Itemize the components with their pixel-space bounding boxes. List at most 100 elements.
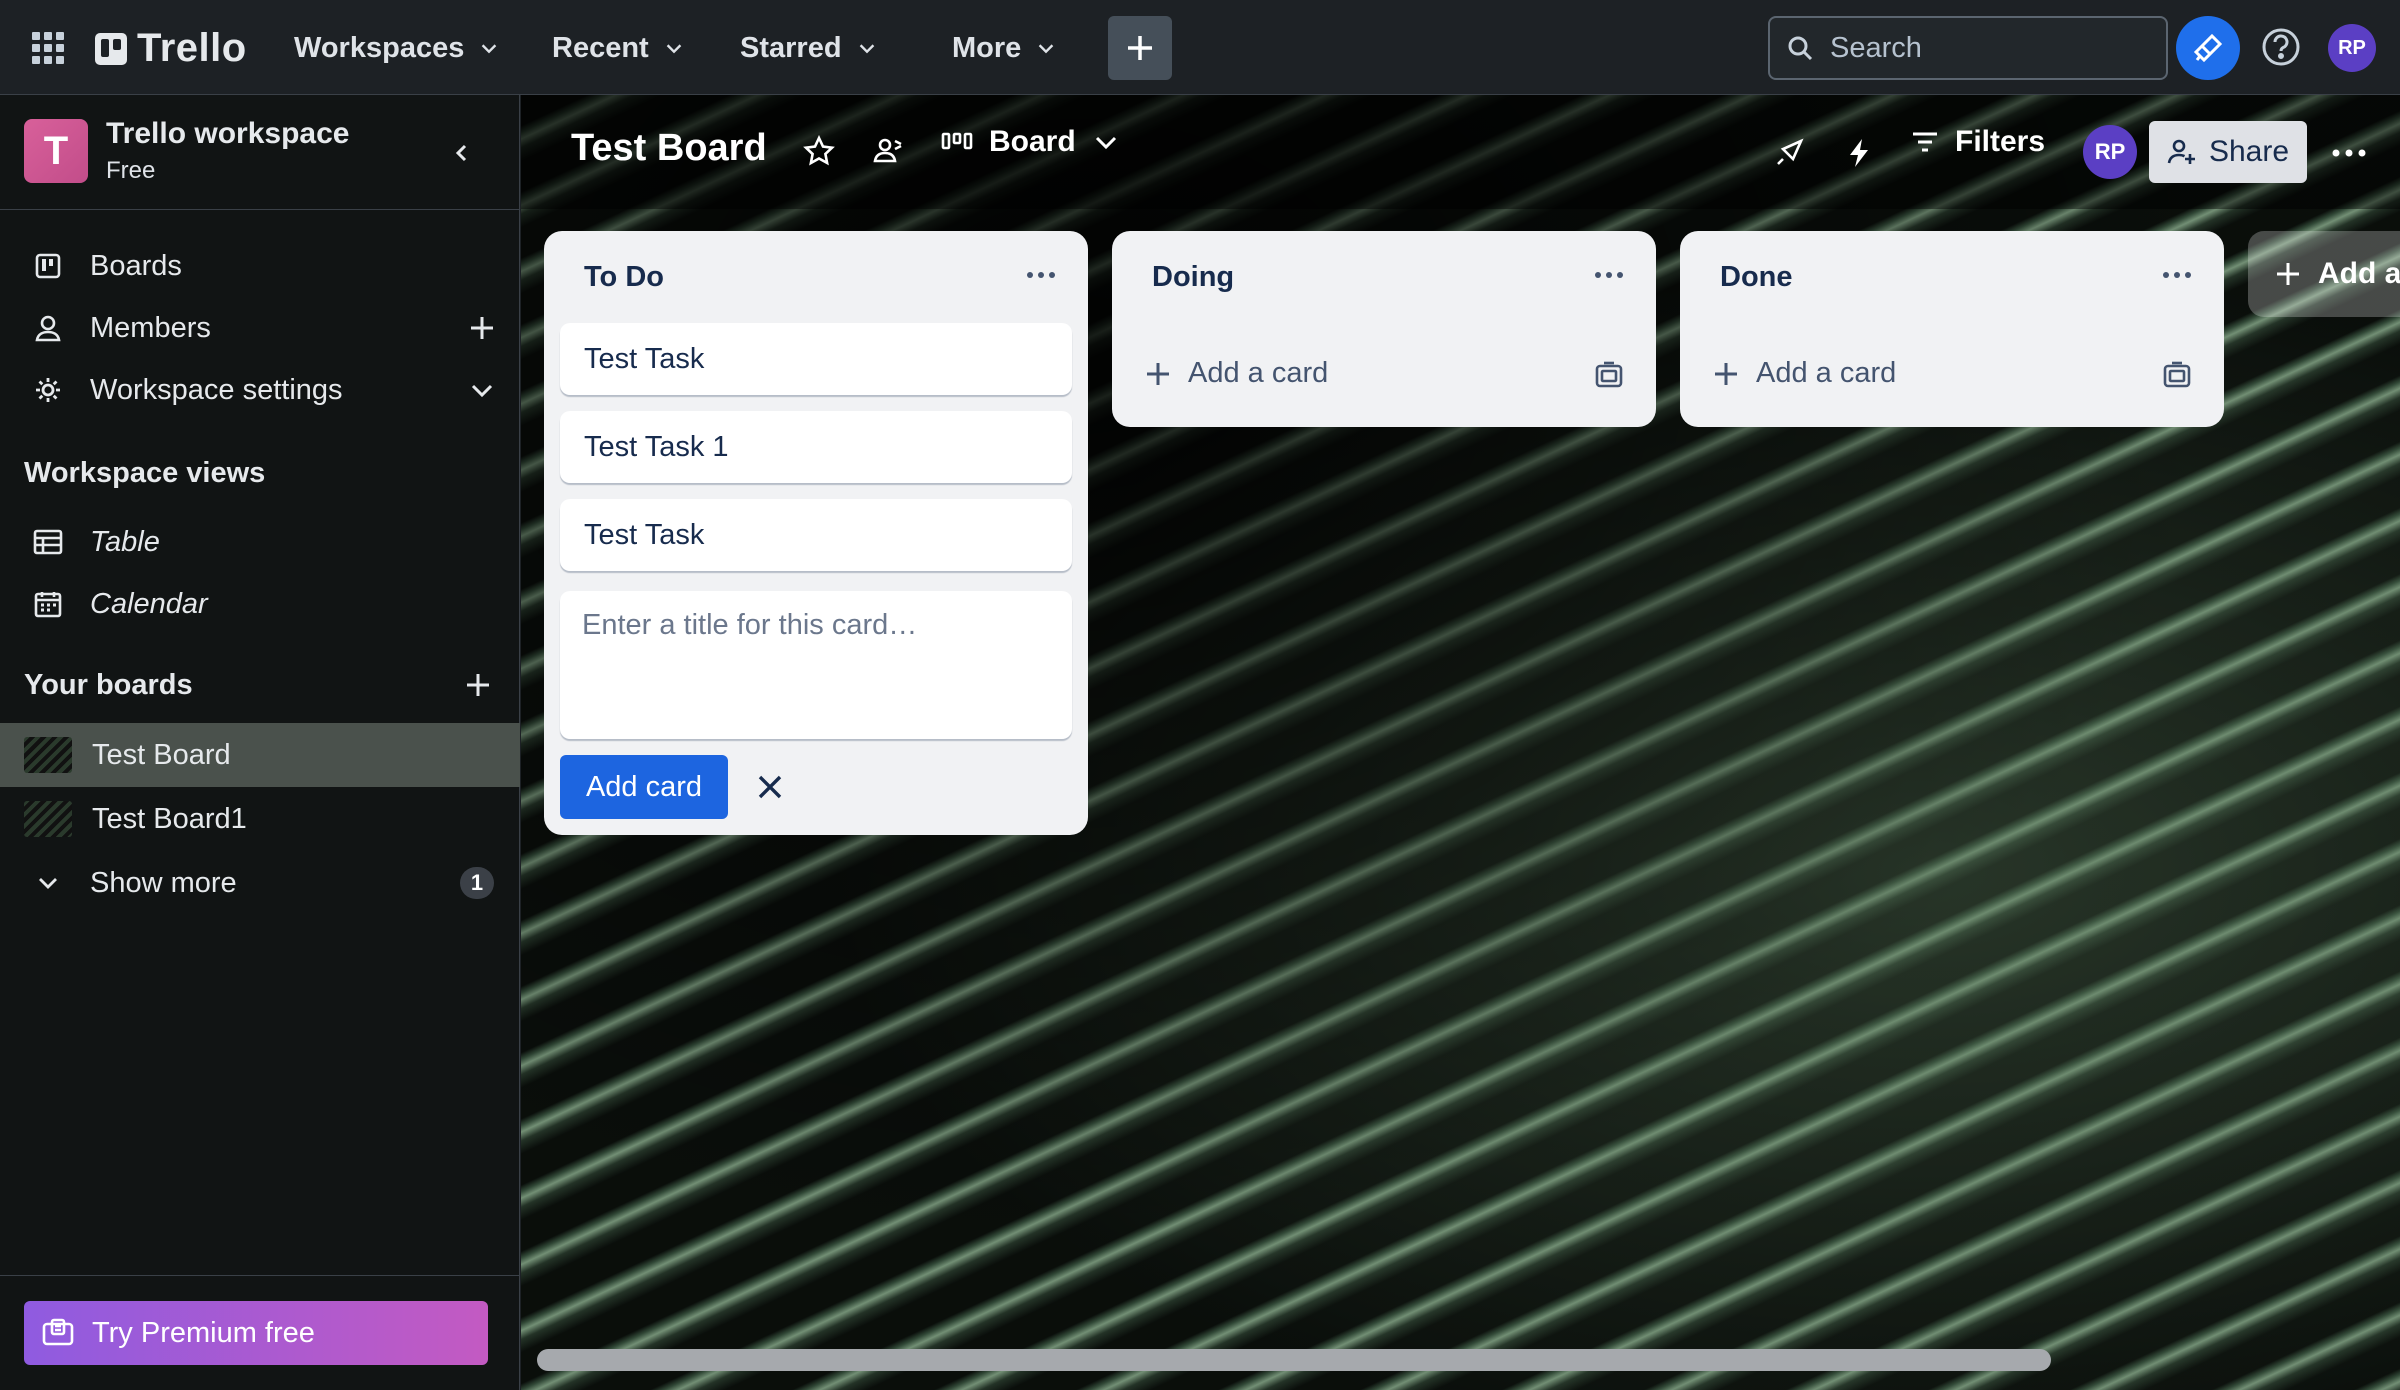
premium-label: Try Premium free [92,1316,315,1349]
card-template-icon[interactable] [1594,361,1624,391]
chevron-down-icon[interactable] [466,374,498,406]
starred-menu-label: Starred [740,31,842,64]
show-more-label: Show more [90,866,237,899]
plus-icon [1147,362,1169,385]
more-icon [2332,149,2366,157]
share-button[interactable]: Share [2149,121,2307,183]
premium-icon [42,1318,74,1346]
list-menu-icon[interactable] [2160,265,2194,285]
star-icon[interactable] [799,131,839,171]
add-list-button[interactable]: Add another list [2248,231,2400,317]
top-nav: Trello Workspaces Recent Starred More RP [0,0,2400,95]
sidebar-item-calendar[interactable]: Calendar [0,573,520,635]
your-boards-heading: Your boards [24,669,193,701]
add-person-icon [2167,139,2195,164]
add-a-card-label: Add a card [1188,357,1329,389]
table-icon [32,526,64,558]
sidebar: T Trello workspace Free Boards Members W… [0,95,520,1390]
chevron-left-icon [455,144,467,162]
workspaces-menu[interactable]: Workspaces [284,22,510,74]
divider [0,209,520,210]
boards-icon [32,250,64,282]
visibility-icon[interactable] [869,131,909,171]
count-badge: 1 [460,867,494,899]
card-title-input[interactable] [582,609,1050,721]
board-view-icon [941,132,973,150]
list-menu-icon[interactable] [1592,265,1626,285]
card[interactable]: Test Task [560,499,1072,571]
create-button[interactable] [1108,16,1172,80]
filters-button[interactable]: Filters [1911,125,2045,159]
workspaces-menu-label: Workspaces [294,31,465,64]
app-switcher-icon[interactable] [30,30,66,66]
collapse-sidebar-button[interactable] [440,131,484,175]
horizontal-scrollbar[interactable] [537,1349,2051,1371]
board-menu-button[interactable] [2329,133,2369,173]
add-a-card-button[interactable]: Add a card [1144,357,1328,390]
sidebar-item-label: Members [90,311,211,344]
workspace-plan: Free [106,157,156,184]
divider [0,1275,520,1276]
add-card-button[interactable]: Add card [560,755,728,819]
power-ups-icon[interactable] [1769,133,1809,173]
board-thumbnail [24,801,72,837]
card-template-icon[interactable] [2162,361,2192,391]
add-board-icon[interactable] [462,669,494,701]
workspace-header[interactable]: T Trello workspace Free [24,117,349,185]
trello-logo-icon [95,32,127,65]
board-canvas: Test Board Board Filters RP Share To Do … [521,95,2400,1390]
workspace-avatar: T [24,119,88,183]
plus-icon [2277,263,2299,285]
sidebar-item-label: Calendar [90,587,208,620]
sidebar-item-members[interactable]: Members [0,297,520,359]
logo-text: Trello [137,26,247,70]
try-premium-button[interactable]: Try Premium free [24,1301,488,1365]
chevron-down-icon [1095,136,1116,150]
sidebar-item-workspace-settings[interactable]: Workspace settings [0,359,520,421]
sidebar-item-boards[interactable]: Boards [0,235,520,297]
sidebar-item-test-board1[interactable]: Test Board1 [0,787,520,851]
board-title[interactable]: Test Board [571,127,767,170]
sidebar-item-label: Test Board [92,738,231,771]
board-member-avatar[interactable]: RP [2083,125,2137,179]
search-input[interactable] [1830,31,2130,65]
trello-logo[interactable]: Trello [95,26,247,71]
card[interactable]: Test Task 1 [560,411,1072,483]
list-title[interactable]: Done [1720,261,1793,294]
card[interactable]: Test Task [560,323,1072,395]
chevron-down-icon [666,44,681,54]
card-composer [560,591,1072,739]
sidebar-item-label: Table [90,525,160,558]
board-header: Test Board Board Filters RP Share [521,95,2400,209]
help-icon [2262,28,2300,66]
board-view-switcher[interactable]: Board [941,125,1120,159]
add-a-card-label: Add a card [1756,357,1897,389]
close-icon[interactable] [748,765,792,809]
add-list-label: Add another list [2318,257,2400,290]
list-doing: Doing Add a card [1112,231,1656,427]
calendar-icon [32,588,64,620]
list-to-do: To Do Test Task Test Task 1 Test Task Ad… [544,231,1088,835]
add-a-card-button[interactable]: Add a card [1712,357,1896,390]
list-title[interactable]: To Do [584,261,664,294]
board-thumbnail [24,737,72,773]
search-icon [1788,36,1813,61]
list-title[interactable]: Doing [1152,261,1234,294]
more-menu[interactable]: More [942,22,1067,74]
show-more-button[interactable]: Show more 1 [0,851,520,915]
starred-menu[interactable]: Starred [730,22,888,74]
member-icon [32,312,64,344]
recent-menu[interactable]: Recent [542,22,695,74]
sidebar-item-label: Test Board1 [92,802,247,835]
plus-icon [1715,362,1737,385]
sidebar-item-label: Boards [90,249,182,282]
search-box[interactable] [1768,16,2168,80]
account-avatar[interactable]: RP [2328,24,2376,72]
notifications-button[interactable] [2176,16,2240,80]
add-member-icon[interactable] [466,312,498,344]
help-button[interactable] [2260,26,2302,68]
list-menu-icon[interactable] [1024,265,1058,285]
sidebar-item-table[interactable]: Table [0,511,520,573]
automation-icon[interactable] [1839,133,1879,173]
sidebar-item-test-board[interactable]: Test Board [0,723,520,787]
